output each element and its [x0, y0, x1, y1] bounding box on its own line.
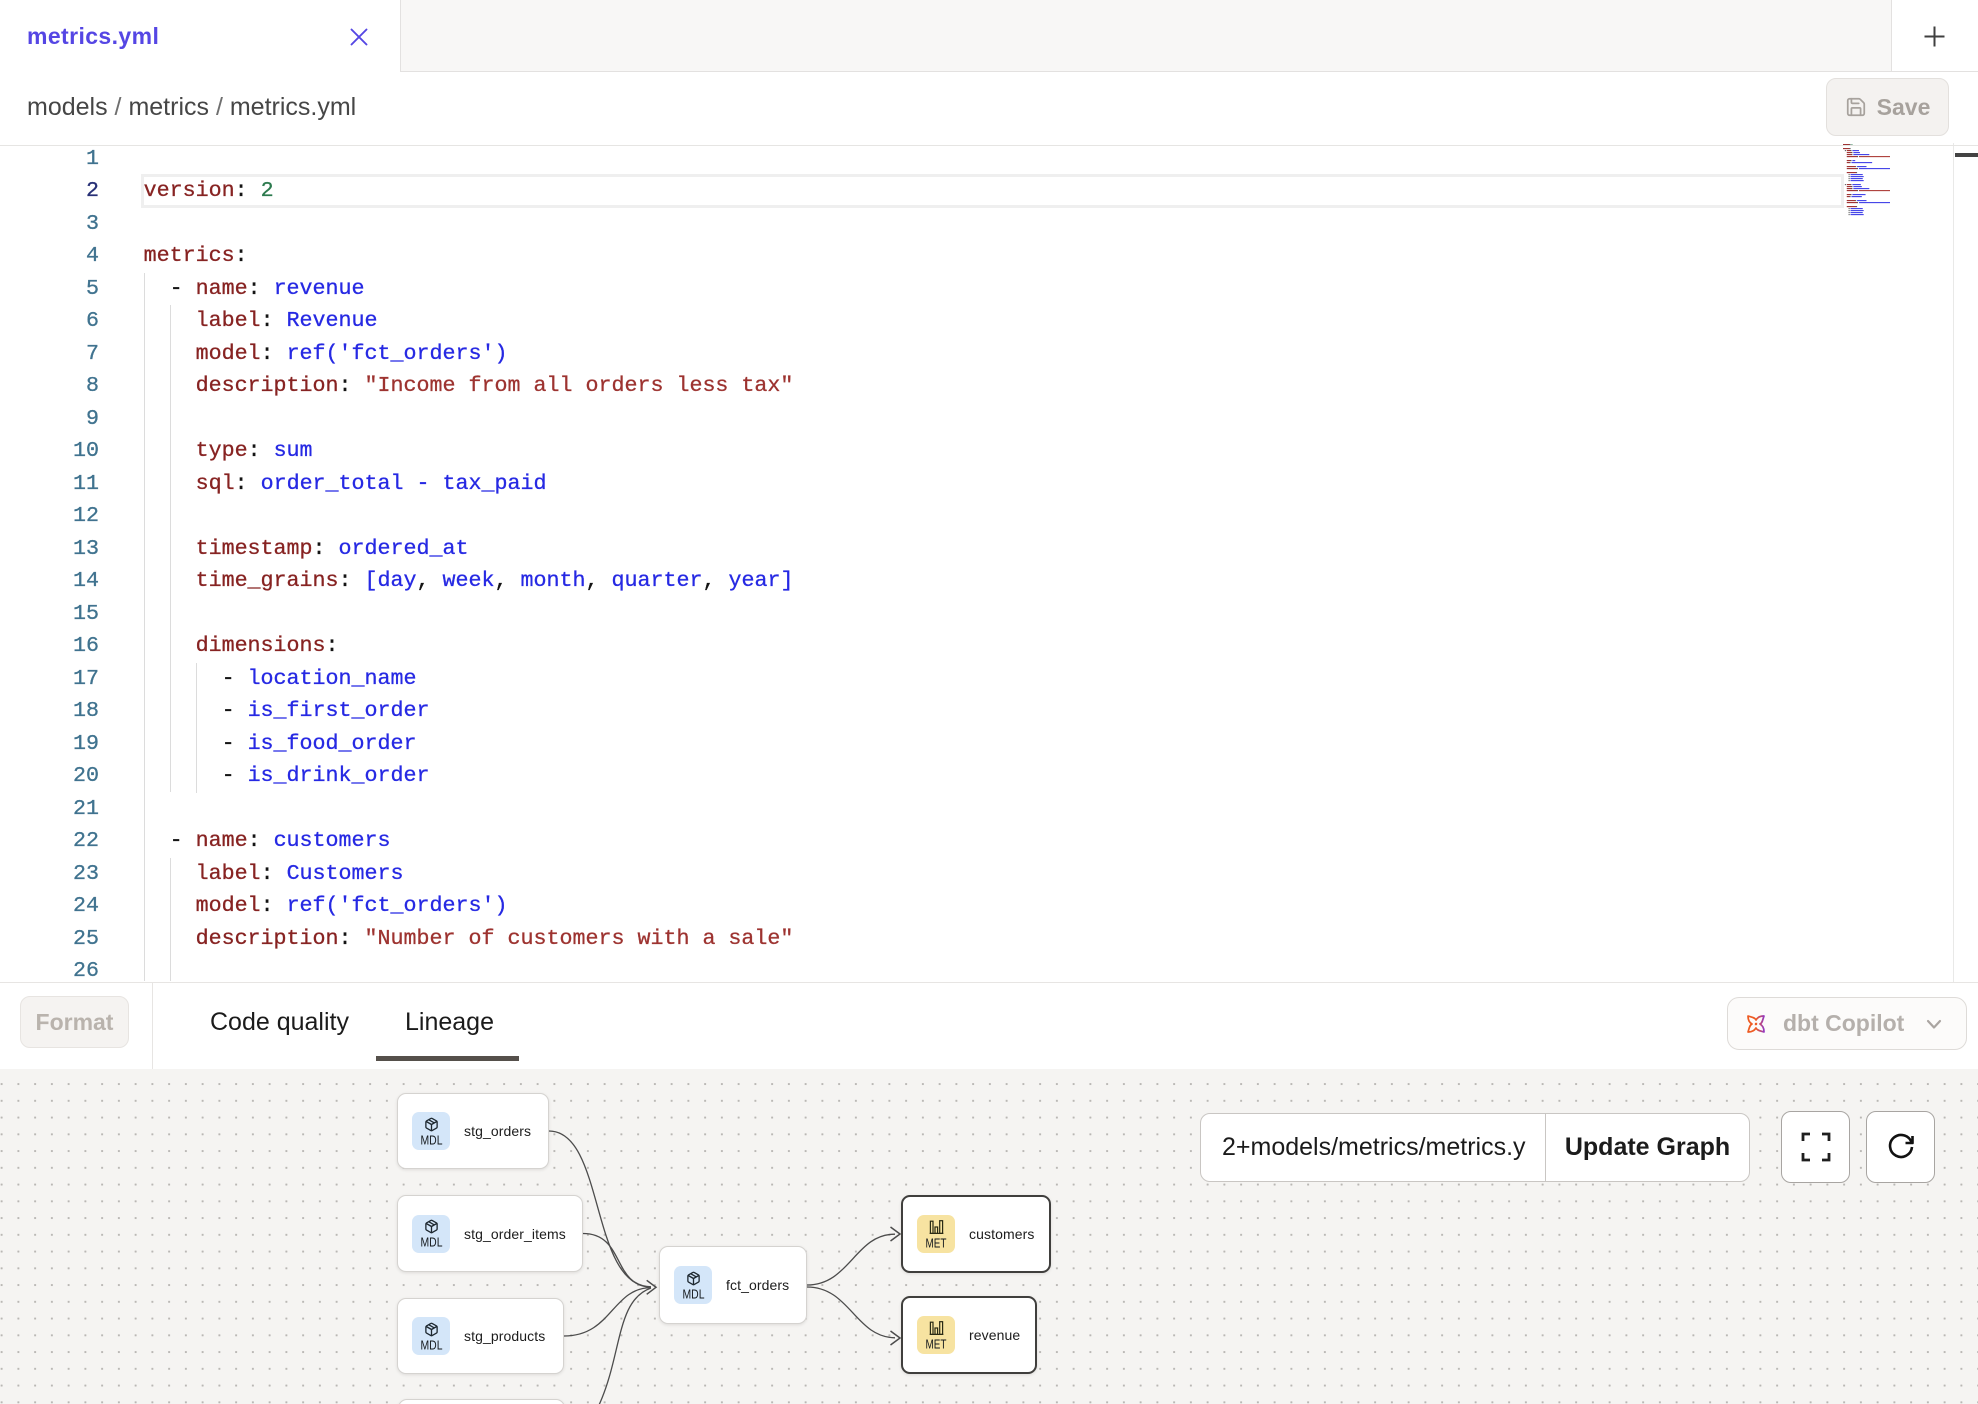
- svg-text:MET: MET: [925, 1237, 946, 1249]
- svg-text:MDL: MDL: [420, 1134, 442, 1146]
- svg-text:MDL: MDL: [420, 1236, 442, 1248]
- svg-text:MDL: MDL: [682, 1288, 704, 1300]
- svg-text:MDL: MDL: [420, 1339, 442, 1351]
- svg-text:MET: MET: [925, 1338, 946, 1350]
